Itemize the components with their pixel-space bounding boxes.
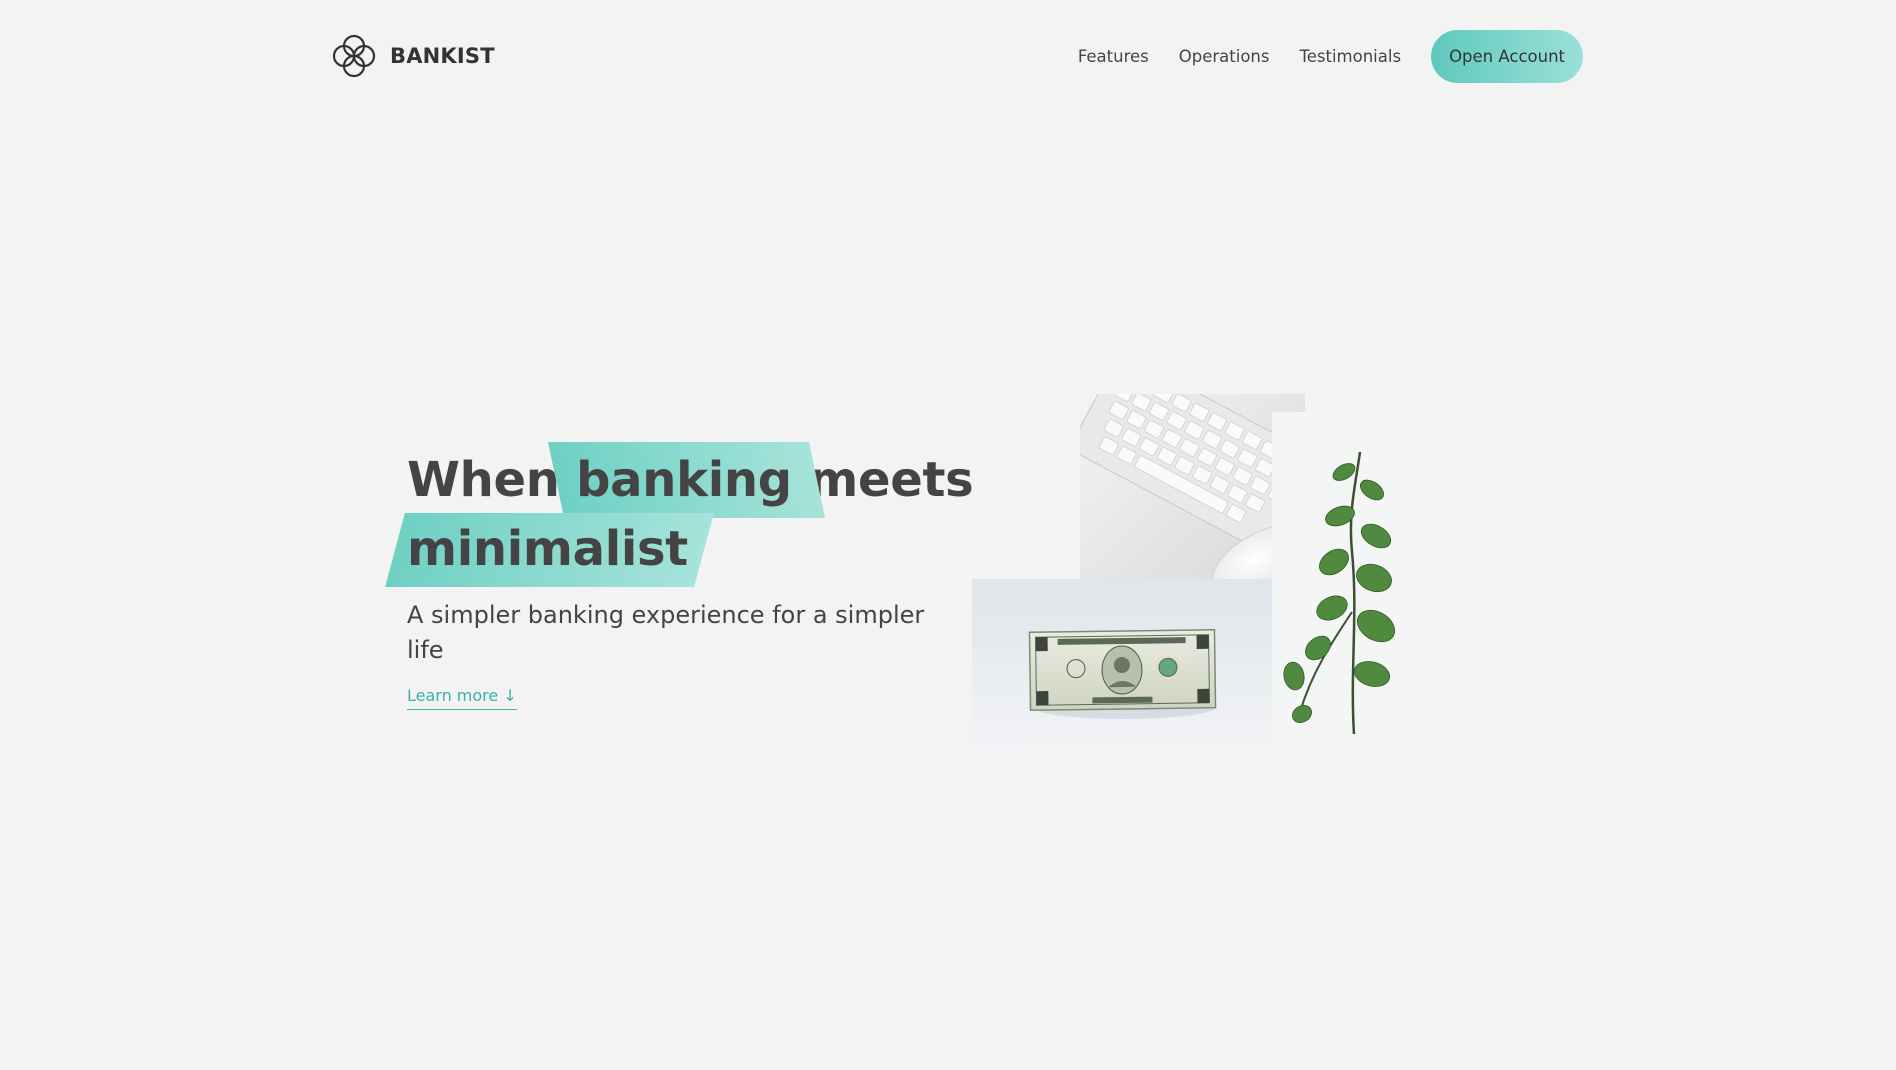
open-account-button[interactable]: Open Account [1431, 29, 1583, 83]
plant-photo [1272, 412, 1424, 734]
hero-subtitle: A simpler banking experience for a simpl… [407, 601, 925, 664]
plant-illustration [1283, 451, 1396, 734]
nav-link-testimonials[interactable]: Testimonials [1299, 47, 1401, 66]
top-nav: BANKIST Features Operations Testimonials… [330, 26, 1583, 86]
learn-more-link[interactable]: Learn more ↓ [407, 686, 517, 710]
brand[interactable]: BANKIST [330, 32, 495, 80]
nav-link-features[interactable]: Features [1078, 47, 1149, 66]
headline-line-1: When banking meets [407, 446, 974, 515]
headline-highlight-banking: banking [576, 452, 792, 508]
nav-link-operations[interactable]: Operations [1179, 47, 1270, 66]
headline-line-2: minimalist [407, 515, 967, 584]
logo-icon [332, 34, 376, 78]
nav-links: Features Operations Testimonials Open Ac… [1078, 29, 1583, 83]
page: BANKIST Features Operations Testimonials… [0, 0, 1896, 1070]
headline-word-when: When [407, 452, 560, 508]
hero-text: When banking meets minimalist A simpler … [407, 446, 974, 710]
hero-image [972, 394, 1424, 756]
headline-word-meets: meets [808, 452, 974, 508]
hero-headline: When banking meets minimalist [407, 446, 974, 584]
brand-name: BANKIST [390, 44, 495, 68]
dollar-photo [972, 579, 1272, 756]
dollar-bill-illustration [1028, 628, 1217, 719]
headline-highlight-minimalist: minimalist [407, 521, 688, 577]
